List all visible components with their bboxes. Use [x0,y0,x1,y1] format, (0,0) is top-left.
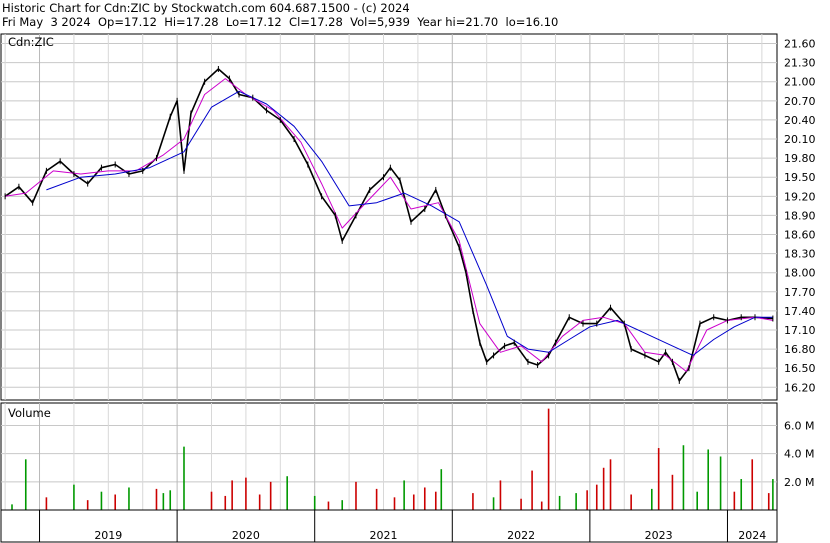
price-tick-label: 16.50 [784,362,816,375]
volume-tick-label: 4.0 M [784,448,814,461]
volume-panel: 6.0 M 4.0 M 2.0 M Volume [0,402,814,511]
price-tick-label: 16.20 [784,381,816,394]
price-tick-label: 21.30 [784,57,816,70]
price-frame [0,33,778,401]
volume-tick-label: 6.0 M [784,420,814,433]
year-label: 2020 [232,529,260,542]
symbol-label: Cdn:ZIC [8,35,54,49]
volume-frame [0,402,778,511]
year-label: 2019 [94,529,122,542]
price-tick-label: 18.00 [784,267,816,280]
price-tick-label: 16.80 [784,343,816,356]
x-axis: 2019 2020 2021 2022 2023 2024 [0,509,778,543]
price-tick-label: 19.20 [784,190,816,203]
price-tick-label: 20.40 [784,114,816,127]
price-tick-label: 18.30 [784,248,816,261]
price-tick-label: 20.10 [784,133,816,146]
year-label: 2022 [507,529,535,542]
price-tick-label: 17.70 [784,286,816,299]
year-label: 2024 [738,529,766,542]
price-tick-label: 19.50 [784,171,816,184]
historic-chart: 21.60 21.30 21.00 20.70 20.40 20.10 19.80 19.50… [0,33,816,543]
year-label: 2023 [645,529,673,542]
price-tick-label: 21.00 [784,76,816,89]
price-panel: 21.60 21.30 21.00 20.70 20.40 20.10 19.80 19.50… [0,33,816,401]
price-tick-label: 20.70 [784,95,816,108]
year-label: 2021 [369,529,397,542]
price-tick-label: 17.40 [784,305,816,318]
volume-label: Volume [8,406,51,420]
price-tick-label: 18.60 [784,229,816,242]
price-tick-label: 19.80 [784,152,816,165]
price-tick-label: 17.10 [784,324,816,337]
volume-tick-label: 2.0 M [784,476,814,489]
price-tick-label: 18.90 [784,209,816,222]
price-tick-label: 21.60 [784,38,816,51]
